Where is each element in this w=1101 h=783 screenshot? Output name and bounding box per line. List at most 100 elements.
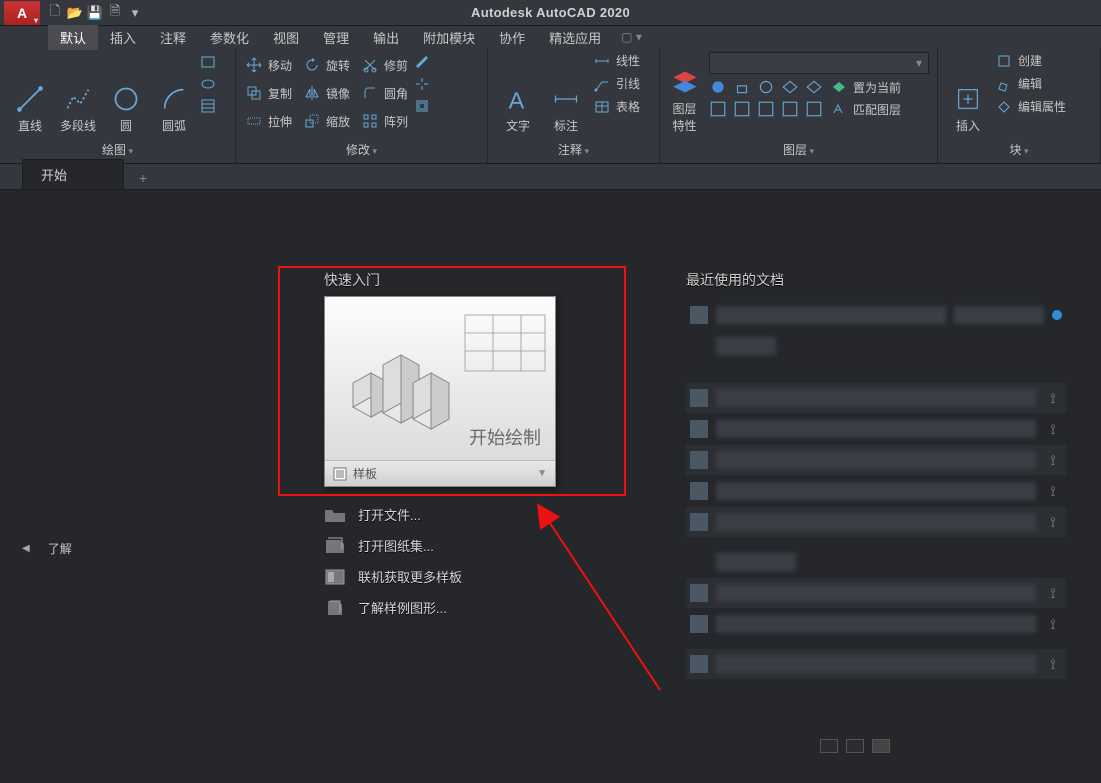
pin-icon[interactable]: ⟟ bbox=[1044, 513, 1062, 531]
offset-icon[interactable] bbox=[414, 98, 430, 114]
table-button[interactable]: 表格 bbox=[592, 98, 642, 115]
recent-item[interactable] bbox=[686, 300, 1066, 330]
layer-lock-icon[interactable] bbox=[733, 78, 751, 96]
ellipse-icon[interactable] bbox=[200, 76, 216, 92]
edit-attr-button[interactable]: 编辑属性 bbox=[994, 98, 1068, 115]
fillet-button[interactable]: 圆角 bbox=[360, 80, 410, 106]
recent-item[interactable] bbox=[686, 331, 1066, 361]
layer-stack-icon bbox=[671, 68, 699, 96]
qat-save-icon[interactable]: 💾 bbox=[86, 4, 104, 22]
tab-default[interactable]: 默认 bbox=[48, 25, 98, 50]
panel-layer-title[interactable]: 图层 bbox=[783, 143, 814, 157]
get-templates-link[interactable]: 联机获取更多样板 bbox=[324, 567, 556, 586]
pin-icon[interactable]: ⟟ bbox=[1044, 451, 1062, 469]
pin-icon[interactable]: ⟟ bbox=[1044, 655, 1062, 673]
insert-block-button[interactable]: 插入 bbox=[946, 52, 990, 134]
layer-dropdown[interactable]: ▾ bbox=[709, 52, 929, 74]
tab-addins[interactable]: 附加模块 bbox=[411, 25, 487, 50]
tab-featured[interactable]: 精选应用 bbox=[537, 25, 613, 50]
template-icon bbox=[333, 467, 347, 481]
layer-properties-button[interactable]: 图层 特性 bbox=[668, 52, 701, 134]
qat-saveas-icon[interactable]: 🗎 bbox=[106, 4, 124, 22]
set-current-button[interactable]: 置为当前 bbox=[829, 79, 903, 96]
layer-e-icon[interactable] bbox=[805, 100, 823, 118]
learn-nav[interactable]: ◀ 了解 bbox=[22, 540, 72, 557]
create-block-button[interactable]: 创建 bbox=[994, 52, 1068, 69]
polyline-icon bbox=[64, 85, 92, 113]
open-file-link[interactable]: 打开文件... bbox=[324, 505, 556, 524]
polyline-button[interactable]: 多段线 bbox=[56, 52, 100, 134]
layer-c-icon[interactable] bbox=[757, 100, 775, 118]
new-tab-button[interactable]: + bbox=[132, 167, 154, 189]
layer-freeze-icon[interactable] bbox=[709, 78, 727, 96]
dimension-button[interactable]: 标注 bbox=[544, 52, 588, 134]
stretch-button[interactable]: 拉伸 bbox=[244, 108, 294, 134]
layer-b-icon[interactable] bbox=[733, 100, 751, 118]
copy-button[interactable]: 复制 bbox=[244, 80, 294, 106]
tab-insert[interactable]: 插入 bbox=[98, 25, 148, 50]
start-drawing-card[interactable]: 开始绘制 样板 ▼ bbox=[324, 296, 556, 487]
panel-draw-title[interactable]: 绘图 bbox=[102, 143, 133, 157]
arc-button[interactable]: 圆弧 bbox=[152, 52, 196, 134]
qat-dropdown-icon[interactable]: ▾ bbox=[126, 4, 144, 22]
scale-button[interactable]: 缩放 bbox=[302, 108, 352, 134]
layer-a-icon[interactable] bbox=[709, 100, 727, 118]
view-grid-icon[interactable] bbox=[872, 739, 890, 753]
tab-annotate[interactable]: 注释 bbox=[148, 25, 198, 50]
recent-item[interactable]: ⟟ bbox=[686, 649, 1066, 679]
recent-item[interactable]: ⟟ bbox=[686, 383, 1066, 413]
tab-parametric[interactable]: 参数化 bbox=[198, 25, 261, 50]
rect-icon[interactable] bbox=[200, 54, 216, 70]
view-detail-icon[interactable] bbox=[846, 739, 864, 753]
mirror-button[interactable]: 镜像 bbox=[302, 80, 352, 106]
layer-d-icon[interactable] bbox=[781, 100, 799, 118]
recent-item[interactable]: ⟟ bbox=[686, 507, 1066, 537]
panel-block-title[interactable]: 块 bbox=[1009, 143, 1028, 157]
explode-icon[interactable] bbox=[414, 76, 430, 92]
recent-item[interactable]: ⟟ bbox=[686, 476, 1066, 506]
tab-start[interactable]: 开始 bbox=[22, 159, 124, 189]
panel-modify-title[interactable]: 修改 bbox=[346, 143, 377, 157]
pin-icon[interactable]: ⟟ bbox=[1044, 389, 1062, 407]
array-button[interactable]: 阵列 bbox=[360, 108, 410, 134]
pin-icon[interactable]: ⟟ bbox=[1044, 420, 1062, 438]
view-list-icon[interactable] bbox=[820, 739, 838, 753]
circle-button[interactable]: 圆 bbox=[104, 52, 148, 134]
trim-button[interactable]: 修剪 bbox=[360, 52, 410, 78]
layer-off-icon[interactable] bbox=[757, 78, 775, 96]
layer-isolate-icon[interactable] bbox=[781, 78, 799, 96]
text-button[interactable]: A 文字 bbox=[496, 52, 540, 134]
layer-unisolate-icon[interactable] bbox=[805, 78, 823, 96]
hatch-icon[interactable] bbox=[200, 98, 216, 114]
erase-icon[interactable] bbox=[414, 54, 430, 70]
pin-icon[interactable]: ⟟ bbox=[1044, 482, 1062, 500]
recent-item[interactable]: ⟟ bbox=[686, 414, 1066, 444]
doc-thumb-icon bbox=[690, 615, 708, 633]
recent-item[interactable] bbox=[686, 547, 1066, 577]
open-sheetset-link[interactable]: 打开图纸集... bbox=[324, 536, 556, 555]
leader-button[interactable]: 引线 bbox=[592, 75, 642, 92]
tab-view[interactable]: 视图 bbox=[261, 25, 311, 50]
pin-icon[interactable]: ⟟ bbox=[1044, 615, 1062, 633]
recent-item[interactable]: ⟟ bbox=[686, 578, 1066, 608]
pin-icon[interactable]: ⟟ bbox=[1044, 584, 1062, 602]
edit-block-button[interactable]: 编辑 bbox=[994, 75, 1068, 92]
qat-new-icon[interactable]: 🗋 bbox=[46, 4, 64, 22]
move-button[interactable]: 移动 bbox=[244, 52, 294, 78]
tab-output[interactable]: 输出 bbox=[361, 25, 411, 50]
sheetset-icon bbox=[324, 537, 346, 555]
match-layer-button[interactable]: 匹配图层 bbox=[829, 101, 903, 118]
recent-item[interactable]: ⟟ bbox=[686, 445, 1066, 475]
rotate-button[interactable]: 旋转 bbox=[302, 52, 352, 78]
tab-collaborate[interactable]: 协作 bbox=[487, 25, 537, 50]
linear-button[interactable]: 线性 bbox=[592, 52, 642, 69]
line-button[interactable]: 直线 bbox=[8, 52, 52, 134]
sample-drawings-link[interactable]: 了解样例图形... bbox=[324, 598, 556, 617]
tab-manage[interactable]: 管理 bbox=[311, 25, 361, 50]
qat-open-icon[interactable]: 📂 bbox=[66, 4, 84, 22]
panel-annotate-title[interactable]: 注释 bbox=[558, 143, 589, 157]
template-dropdown[interactable]: 样板 ▼ bbox=[325, 460, 555, 486]
ribbon-overflow-icon[interactable]: ▢ ▾ bbox=[621, 30, 642, 44]
recent-item[interactable]: ⟟ bbox=[686, 609, 1066, 639]
app-logo[interactable]: A bbox=[4, 1, 40, 25]
